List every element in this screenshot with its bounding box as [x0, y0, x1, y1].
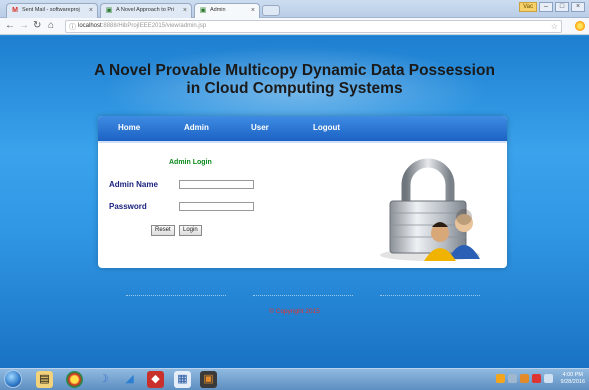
notes-icon[interactable]: ▦: [174, 371, 191, 388]
admin-name-field[interactable]: [179, 180, 254, 189]
admin-name-label: Admin Name: [109, 180, 158, 189]
chrome-icon[interactable]: [66, 371, 83, 388]
gmail-icon: M: [12, 7, 18, 14]
footer-divider: [253, 295, 353, 296]
eclipse-icon[interactable]: ☽: [95, 371, 112, 388]
page-title-line-1: A Novel Provable Multicopy Dynamic Data …: [94, 62, 495, 79]
app-icon[interactable]: ◆: [147, 371, 164, 388]
close-tab-icon[interactable]: ×: [251, 4, 255, 17]
url-host: localhost: [78, 23, 102, 29]
window-controls: Vac – □ ×: [519, 2, 585, 12]
page-icon: ▣: [105, 7, 113, 14]
menu-logout-link[interactable]: Logout: [313, 123, 340, 132]
extension-icon[interactable]: [575, 21, 585, 31]
app2-icon[interactable]: ▣: [200, 371, 217, 388]
footer-divider: [380, 295, 480, 296]
url-path: :8888/HibProjIEEE2015/view/admin.jsp: [101, 23, 207, 29]
tab-admin[interactable]: ▣ Admin ×: [194, 3, 260, 18]
reset-button[interactable]: Reset: [151, 225, 175, 236]
menu-home-link[interactable]: Home: [118, 123, 140, 132]
reload-icon[interactable]: ↻: [33, 20, 41, 32]
forward-arrow-icon[interactable]: →: [19, 20, 29, 32]
page-icon: ▣: [199, 7, 207, 14]
url-field[interactable]: ⓘ localhost:8888/HibProjIEEE2015/view/ad…: [65, 20, 562, 33]
home-icon[interactable]: ⌂: [48, 20, 54, 32]
maximize-icon[interactable]: □: [555, 2, 569, 12]
new-tab-button[interactable]: [262, 5, 280, 16]
close-tab-icon[interactable]: ×: [89, 4, 93, 17]
windows-taskbar: ▤ ☽ ◢ ◆ ▦ ▣ 4:00 PM 9/28/2016: [0, 368, 589, 390]
browser-tab-strip: M Sent Mail - softwareproj × ▣ A Novel A…: [0, 0, 589, 18]
start-button[interactable]: [4, 370, 22, 388]
tab-label: Admin: [210, 7, 226, 13]
password-field[interactable]: [179, 202, 254, 211]
main-menu: Home Admin User Logout: [98, 116, 507, 143]
menu-admin-link[interactable]: Admin: [184, 123, 209, 132]
close-window-icon[interactable]: ×: [571, 2, 585, 12]
footer-divider: [126, 295, 226, 296]
bookmark-star-icon[interactable]: ☆: [551, 21, 558, 32]
address-toolbar: ← → ↻ ⌂ ⓘ localhost:8888/HibProjIEEE2015…: [0, 18, 589, 35]
login-heading: Admin Login: [169, 159, 212, 166]
padlock-users-icon: [380, 158, 480, 261]
clock-date: 9/28/2016: [560, 379, 585, 385]
tab-label: Sent Mail - softwareproj: [22, 7, 80, 13]
tray-app-icon[interactable]: [520, 374, 529, 383]
password-label: Password: [109, 202, 147, 211]
login-button[interactable]: Login: [179, 225, 202, 236]
tab-sent-mail[interactable]: M Sent Mail - softwareproj ×: [6, 3, 98, 18]
tray-alert-icon[interactable]: [532, 374, 541, 383]
system-tray: [496, 374, 553, 383]
page-title-line-2: in Cloud Computing Systems: [186, 80, 403, 97]
page-title: A Novel Provable Multicopy Dynamic Data …: [0, 62, 589, 98]
tab-label: A Novel Approach to Pri: [116, 7, 175, 13]
back-arrow-icon[interactable]: ←: [5, 20, 15, 32]
page-content: A Novel Provable Multicopy Dynamic Data …: [0, 36, 589, 368]
tab-novel-approach[interactable]: ▣ A Novel Approach to Pri ×: [100, 3, 192, 18]
tray-volume-icon[interactable]: [544, 374, 553, 383]
profile-badge[interactable]: Vac: [519, 2, 537, 12]
info-icon[interactable]: ⓘ: [69, 22, 76, 33]
minimize-icon[interactable]: –: [539, 2, 553, 12]
explorer-icon[interactable]: ▤: [36, 371, 53, 388]
tray-network-icon[interactable]: [508, 374, 517, 383]
clock[interactable]: 4:00 PM 9/28/2016: [561, 372, 585, 386]
close-tab-icon[interactable]: ×: [183, 4, 187, 17]
media-icon[interactable]: ◢: [121, 371, 138, 388]
copyright-text: © Copyright 2015: [269, 308, 320, 315]
content-card: Home Admin User Logout Admin Login Admin…: [98, 116, 507, 268]
menu-user-link[interactable]: User: [251, 123, 269, 132]
tray-warning-icon[interactable]: [496, 374, 505, 383]
clock-time: 4:00 PM: [562, 372, 583, 378]
